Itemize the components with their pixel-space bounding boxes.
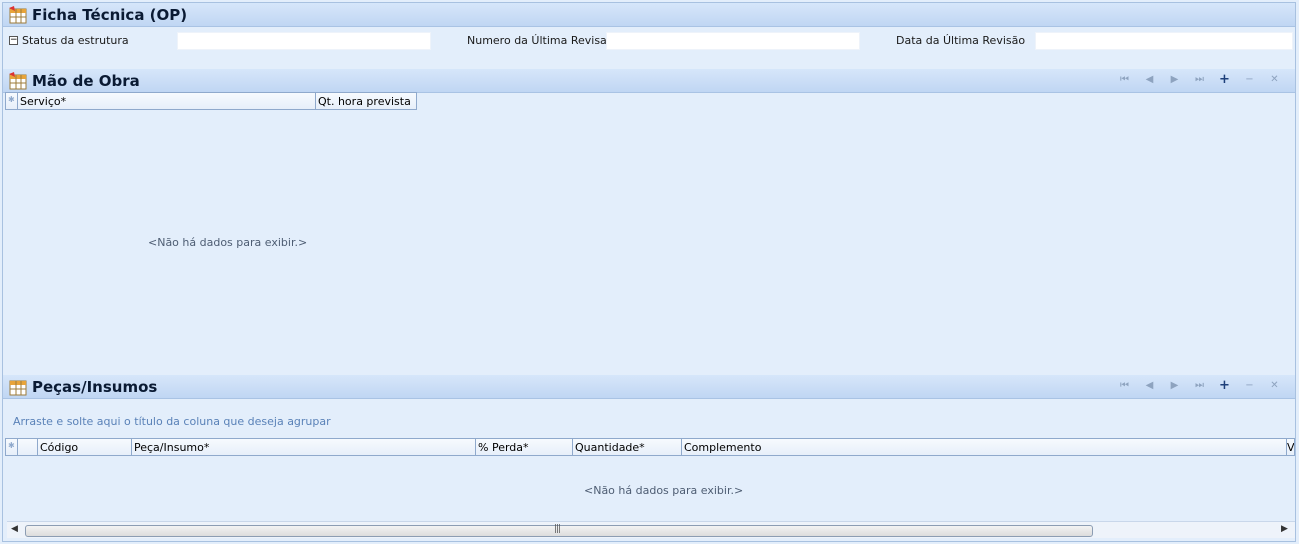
revisao-field[interactable] <box>606 32 860 50</box>
revisao-label: Numero da Última Revisao <box>467 34 614 47</box>
first-record-icon[interactable]: ⏮ <box>1112 72 1137 88</box>
ficha-title: Ficha Técnica (OP) <box>32 5 188 24</box>
add-record-icon[interactable]: + <box>1212 378 1237 394</box>
prev-record-icon[interactable]: ◀ <box>1137 378 1162 394</box>
mao-de-obra-title: Mão de Obra <box>32 71 140 90</box>
table-icon <box>8 71 28 90</box>
main-frame: Ficha Técnica (OP) − Status da estrutura… <box>2 2 1296 542</box>
last-record-icon[interactable]: ⏭ <box>1187 378 1212 394</box>
column-header-qt-hora[interactable]: Qt. hora prevista <box>316 93 416 109</box>
last-record-icon[interactable]: ⏭ <box>1187 72 1212 88</box>
data-revisao-label: Data da Última Revisão <box>896 34 1026 47</box>
column-header-peca-insumo[interactable]: Peça/Insumo* <box>132 439 476 455</box>
prev-record-icon[interactable]: ◀ <box>1137 72 1162 88</box>
column-header-quantidade[interactable]: Quantidade* <box>573 439 682 455</box>
column-header-codigo[interactable]: Código <box>38 439 132 455</box>
row-indicator-icon[interactable]: ✱ <box>6 439 18 455</box>
ficha-fields: − Status da estrutura Numero da Última R… <box>3 31 1295 51</box>
pecas-grid-header: ✱ Código Peça/Insumo* % Perda* Quantidad… <box>5 438 1295 456</box>
cancel-record-icon[interactable]: ✕ <box>1262 378 1287 394</box>
table-icon <box>8 5 28 24</box>
first-record-icon[interactable]: ⏮ <box>1112 378 1137 394</box>
row-indicator-icon[interactable]: ✱ <box>6 93 18 109</box>
ficha-header: Ficha Técnica (OP) <box>3 3 1295 27</box>
table-icon <box>8 378 28 396</box>
delete-record-icon[interactable]: − <box>1237 378 1262 394</box>
delete-record-icon[interactable]: − <box>1237 72 1262 88</box>
status-label: Status da estrutura <box>22 34 129 47</box>
scrollbar-thumb[interactable]: ||| <box>25 524 1093 537</box>
column-header-complemento[interactable]: Complemento <box>682 439 1287 455</box>
data-revisao-field[interactable] <box>1035 32 1293 50</box>
group-by-panel[interactable]: Arraste e solte aqui o título da coluna … <box>13 415 331 428</box>
next-record-icon[interactable]: ▶ <box>1162 378 1187 394</box>
grip-icon: ||| <box>554 524 561 534</box>
column-header-servico[interactable]: Serviço* <box>18 93 316 109</box>
cancel-record-icon[interactable]: ✕ <box>1262 72 1287 88</box>
status-field[interactable] <box>177 32 431 50</box>
horizontal-scrollbar[interactable]: ◀ ||| ▶ <box>7 521 1295 538</box>
pecas-navigator: ⏮ ◀ ▶ ⏭ + − ✕ <box>1112 378 1287 394</box>
mao-de-obra-grid-header: ✱ Serviço* Qt. hora prevista <box>5 92 417 110</box>
collapse-icon[interactable]: − <box>9 36 18 45</box>
pecas-title: Peças/Insumos <box>32 377 158 396</box>
column-header-perda[interactable]: % Perda* <box>476 439 573 455</box>
scroll-right-icon[interactable]: ▶ <box>1281 524 1288 534</box>
scroll-left-icon[interactable]: ◀ <box>11 524 18 534</box>
column-header-v[interactable]: V <box>1287 439 1294 455</box>
empty-grid-message: <Não há dados para exibir.> <box>584 484 744 497</box>
add-record-icon[interactable]: + <box>1212 72 1237 88</box>
empty-grid-message: <Não há dados para exibir.> <box>148 236 308 249</box>
mao-de-obra-header: Mão de Obra ⏮ ◀ ▶ ⏭ + − ✕ <box>3 69 1295 93</box>
mao-de-obra-navigator: ⏮ ◀ ▶ ⏭ + − ✕ <box>1112 72 1287 88</box>
pecas-header: Peças/Insumos ⏮ ◀ ▶ ⏭ + − ✕ <box>3 375 1295 399</box>
column-header-blank[interactable] <box>18 439 38 455</box>
next-record-icon[interactable]: ▶ <box>1162 72 1187 88</box>
